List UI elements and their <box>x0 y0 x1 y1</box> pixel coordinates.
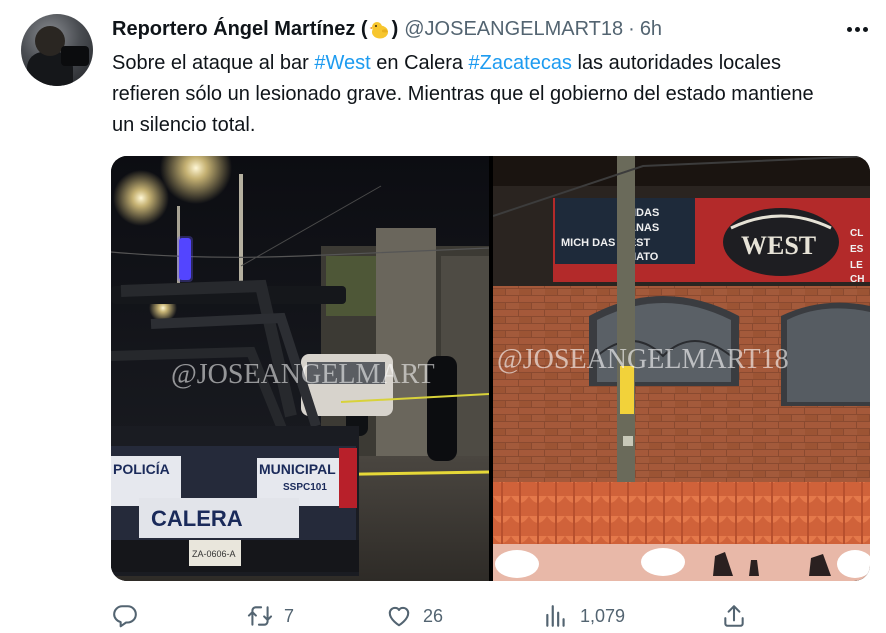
views-count: 1,079 <box>580 605 626 626</box>
media-grid: POLICÍA MUNICIPAL SSPC101 CALERA ZA-0606… <box>111 156 870 581</box>
more-options-button[interactable] <box>842 18 872 40</box>
header-separator: · <box>628 17 635 40</box>
tweet-card[interactable]: Reportero Ángel Martínez ( ) @JOSEANGELM… <box>0 0 886 633</box>
avatar[interactable] <box>21 14 93 86</box>
truck-code-text: SSPC101 <box>283 482 327 493</box>
sign-side-1: CL <box>850 228 863 239</box>
author-name-close: ) <box>391 17 399 40</box>
more-dot-icon <box>846 26 852 32</box>
retweet-button[interactable]: 7 <box>247 599 294 633</box>
views-button[interactable]: 1,079 <box>543 599 625 633</box>
tweet-text: Sobre el ataque al bar #West en Calera #… <box>112 48 832 141</box>
reply-button[interactable] <box>112 599 149 633</box>
photo-bar-facade[interactable]: IDAS ANAS MICH DAS WEST MATO WEST CL ES … <box>493 156 870 581</box>
more-dot-icon <box>862 26 868 32</box>
sign-line-1: IDAS <box>633 207 659 219</box>
author-handle[interactable]: @JOSEANGELMART18 <box>404 18 623 41</box>
share-button[interactable] <box>721 599 747 633</box>
sign-side-3: LE <box>850 260 863 271</box>
more-dot-icon <box>854 26 860 32</box>
tweet-text-part: Sobre el ataque al bar <box>112 52 315 74</box>
truck-plate-text: ZA-0606-A <box>192 549 236 559</box>
hashtag-link-zacatecas[interactable]: #Zacatecas <box>469 52 572 74</box>
reply-icon <box>113 605 137 628</box>
heart-icon <box>388 606 410 627</box>
hashtag-link-west[interactable]: #West <box>314 52 370 74</box>
left-watermark: @JOSEANGELMART <box>171 359 435 390</box>
views-chart-icon <box>546 605 565 627</box>
truck-policia-text: POLICÍA <box>113 461 170 477</box>
tweet-header: Reportero Ángel Martínez ( ) @JOSEANGELM… <box>112 16 662 42</box>
tweet-text-part: en Calera <box>370 52 469 74</box>
share-icon <box>724 605 744 627</box>
truck-calera-text: CALERA <box>151 506 243 531</box>
tweet-actions: 7 26 1,079 <box>112 599 752 633</box>
author-name[interactable]: Reportero Ángel Martínez ( <box>112 18 368 41</box>
like-button[interactable]: 26 <box>386 599 443 633</box>
sign-side-2: ES <box>850 244 864 255</box>
tweet-timestamp[interactable]: 6h <box>640 18 662 41</box>
chick-emoji-icon <box>369 19 391 41</box>
right-watermark: @JOSEANGELMART18 <box>497 344 789 375</box>
retweet-icon <box>247 606 273 626</box>
truck-municipal-text: MUNICIPAL <box>259 461 336 477</box>
like-count: 26 <box>423 605 444 626</box>
sign-brand-text: WEST <box>741 231 816 260</box>
retweet-count: 7 <box>284 605 295 626</box>
avatar-camera-shape <box>61 46 89 66</box>
photo-police-truck[interactable]: POLICÍA MUNICIPAL SSPC101 CALERA ZA-0606… <box>111 156 489 581</box>
sign-line-3: MICH DAS WEST <box>561 237 651 249</box>
sign-side-4: CH <box>850 274 864 285</box>
